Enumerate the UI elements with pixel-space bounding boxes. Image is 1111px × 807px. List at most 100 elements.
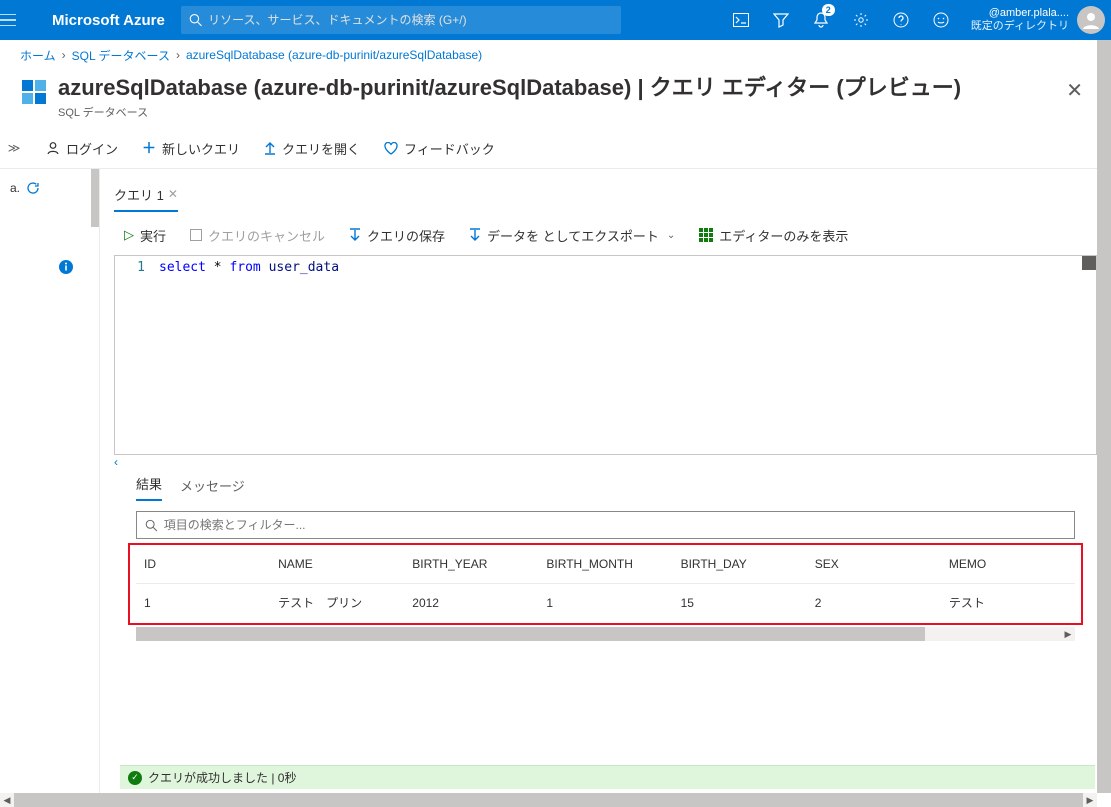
run-button[interactable]: ▷ 実行 <box>114 220 176 250</box>
status-message: クエリが成功しました | 0秒 <box>148 769 296 786</box>
editor-only-label: エディターのみを表示 <box>719 226 848 245</box>
upload-icon <box>264 141 276 155</box>
pane-splitter-icon[interactable]: ‹ <box>114 455 1097 471</box>
left-rail: a. <box>0 169 100 802</box>
success-icon: ✓ <box>128 771 142 785</box>
cell-memo: テスト <box>941 584 1075 622</box>
table-row[interactable]: 1 テスト プリン 2012 1 15 2 テスト <box>136 584 1075 622</box>
account-directory: 既定のディレクトリ <box>971 20 1069 33</box>
query-tabs: クエリ 1 ✕ <box>114 179 1097 211</box>
col-name[interactable]: NAME <box>270 547 404 584</box>
export-data-label: データを としてエクスポート <box>487 226 659 245</box>
export-data-button[interactable]: データを としてエクスポート ⌄ <box>459 220 685 250</box>
tab-messages[interactable]: メッセージ <box>180 470 245 501</box>
results-h-scrollbar[interactable]: ◀ ▶ <box>136 627 1075 641</box>
brand-label[interactable]: Microsoft Azure <box>48 12 181 29</box>
page-h-scrollbar[interactable]: ◀ ▶ <box>0 793 1097 807</box>
results-table: ID NAME BIRTH_YEAR BIRTH_MONTH BIRTH_DAY… <box>136 547 1075 621</box>
new-query-button[interactable]: ＋ 新しいクエリ <box>132 132 250 164</box>
scroll-right-icon[interactable]: ▶ <box>1083 793 1097 807</box>
settings-icon[interactable] <box>841 0 881 40</box>
save-query-button[interactable]: クエリの保存 <box>339 220 455 250</box>
cell-sex: 2 <box>807 584 941 622</box>
results-table-wrap: ID NAME BIRTH_YEAR BIRTH_MONTH BIRTH_DAY… <box>128 543 1083 625</box>
result-tabs: 結果 メッセージ <box>114 471 1097 501</box>
sql-database-icon <box>20 78 48 106</box>
open-query-label: クエリを開く <box>282 139 360 158</box>
open-query-button[interactable]: クエリを開く <box>254 132 370 164</box>
directory-filter-icon[interactable] <box>761 0 801 40</box>
editor-only-button[interactable]: エディターのみを表示 <box>689 220 858 250</box>
scroll-right-icon[interactable]: ▶ <box>1061 627 1075 641</box>
scroll-left-icon[interactable]: ◀ <box>0 793 14 807</box>
feedback-face-icon[interactable] <box>921 0 961 40</box>
chevron-down-icon: ⌄ <box>667 230 675 241</box>
close-blade-button[interactable]: ✕ <box>1058 74 1091 107</box>
breadcrumb-current[interactable]: azureSqlDatabase (azure-db-purinit/azure… <box>186 48 482 62</box>
cancel-label: クエリのキャンセル <box>208 226 325 245</box>
col-id[interactable]: ID <box>136 547 270 584</box>
feedback-button[interactable]: フィードバック <box>374 132 505 164</box>
page-title: azureSqlDatabase (azure-db-purinit/azure… <box>58 74 961 102</box>
col-birth-month[interactable]: BIRTH_MONTH <box>538 547 672 584</box>
login-button[interactable]: ログイン <box>36 132 128 164</box>
results-search[interactable] <box>136 511 1075 539</box>
avatar-icon <box>1077 6 1105 34</box>
scroll-thumb[interactable] <box>136 627 925 641</box>
breadcrumb-home[interactable]: ホーム <box>20 47 56 64</box>
cloud-shell-icon[interactable] <box>721 0 761 40</box>
rail-item-a-label: a. <box>10 181 20 195</box>
grid-icon <box>699 228 713 242</box>
status-bar: ✓ クエリが成功しました | 0秒 <box>120 765 1095 789</box>
expand-rail-icon[interactable]: ≫ <box>0 128 28 168</box>
breadcrumb: ホーム › SQL データベース › azureSqlDatabase (azu… <box>0 40 1111 70</box>
query-tab-1-label: クエリ 1 <box>114 185 164 204</box>
sql-editor[interactable]: 1 select * from user_data <box>114 255 1097 455</box>
cancel-query-button: クエリのキャンセル <box>180 220 335 250</box>
editor-scroll-indicator[interactable] <box>1082 256 1096 270</box>
col-birth-year[interactable]: BIRTH_YEAR <box>404 547 538 584</box>
col-birth-day[interactable]: BIRTH_DAY <box>673 547 807 584</box>
page-v-scrollbar[interactable] <box>1097 40 1111 793</box>
global-search-input[interactable] <box>208 13 613 27</box>
close-tab-icon[interactable]: ✕ <box>168 187 178 201</box>
login-label: ログイン <box>66 139 118 158</box>
cell-birth-year: 2012 <box>404 584 538 622</box>
chevron-right-icon: › <box>62 48 66 62</box>
heart-icon <box>384 142 398 155</box>
new-query-label: 新しいクエリ <box>162 139 240 158</box>
info-icon[interactable] <box>58 259 74 275</box>
editor-gutter: 1 <box>115 256 155 454</box>
tab-results[interactable]: 結果 <box>136 468 162 501</box>
play-icon: ▷ <box>124 227 134 243</box>
global-search[interactable] <box>181 6 621 34</box>
cell-birth-day: 15 <box>673 584 807 622</box>
rail-scrollbar[interactable] <box>91 169 99 227</box>
query-tab-1[interactable]: クエリ 1 ✕ <box>114 179 178 212</box>
stop-icon <box>190 229 202 241</box>
person-icon <box>46 141 60 155</box>
editor-content[interactable]: select * from user_data <box>155 256 339 454</box>
rail-item-a[interactable]: a. <box>4 177 95 199</box>
download-icon <box>349 228 361 242</box>
notifications-icon[interactable]: 2 <box>801 0 841 40</box>
chevron-right-icon: › <box>176 48 180 62</box>
notification-badge: 2 <box>822 4 835 16</box>
cell-id: 1 <box>136 584 270 622</box>
download-icon <box>469 228 481 242</box>
run-label: 実行 <box>140 226 166 245</box>
results-search-input[interactable] <box>164 518 1066 532</box>
account-menu[interactable]: @amber.plala.... 既定のディレクトリ <box>961 6 1111 34</box>
cell-name: テスト プリン <box>270 584 404 622</box>
refresh-icon[interactable] <box>26 181 40 195</box>
breadcrumb-dblist[interactable]: SQL データベース <box>72 47 170 64</box>
help-icon[interactable] <box>881 0 921 40</box>
menu-icon[interactable] <box>0 14 48 26</box>
col-sex[interactable]: SEX <box>807 547 941 584</box>
command-bar: ログイン ＋ 新しいクエリ クエリを開く フィードバック <box>28 128 1111 168</box>
col-memo[interactable]: MEMO <box>941 547 1075 584</box>
query-toolbar: ▷ 実行 クエリのキャンセル クエリの保存 データを としてエクスポート ⌄ エ… <box>114 215 1097 255</box>
azure-topbar: Microsoft Azure 2 @amber.plala.... 既定のディ… <box>0 0 1111 40</box>
page-heading: azureSqlDatabase (azure-db-purinit/azure… <box>0 70 1111 128</box>
cell-birth-month: 1 <box>538 584 672 622</box>
